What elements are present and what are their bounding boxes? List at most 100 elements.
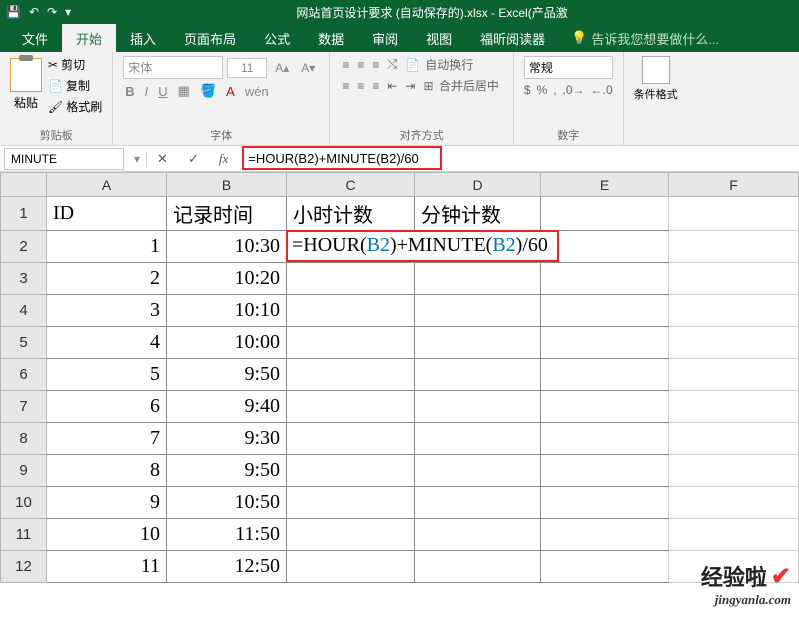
cell-C9[interactable] [287,455,415,487]
row-header-3[interactable]: 3 [1,263,47,295]
cell-C12[interactable] [287,551,415,583]
cell-E6[interactable] [541,359,669,391]
cell-B2[interactable]: 10:30 [167,231,287,263]
fill-color-button[interactable]: 🪣 [198,83,218,99]
border-button[interactable]: ▦ [176,83,192,99]
decrease-font-icon[interactable]: A▾ [297,59,319,77]
cell-F3[interactable] [669,263,799,295]
indent-dec-icon[interactable]: ⇤ [385,79,399,93]
cell-B6[interactable]: 9:50 [167,359,287,391]
cell-C1[interactable]: 小时计数 [287,197,415,231]
cell-B8[interactable]: 9:30 [167,423,287,455]
cell-C3[interactable] [287,263,415,295]
cell-E9[interactable] [541,455,669,487]
cell-A1[interactable]: ID [47,197,167,231]
align-left-icon[interactable]: ≡ [340,79,351,93]
cell-D10[interactable] [415,487,541,519]
font-size-select[interactable]: 11 [227,58,267,78]
cell-A10[interactable]: 9 [47,487,167,519]
cell-E12[interactable] [541,551,669,583]
row-header-2[interactable]: 2 [1,231,47,263]
row-header-12[interactable]: 12 [1,551,47,583]
cell-F4[interactable] [669,295,799,327]
cell-E2[interactable] [541,231,669,263]
italic-button[interactable]: I [143,84,151,99]
cell-F11[interactable] [669,519,799,551]
cell-E5[interactable] [541,327,669,359]
qat-redo-icon[interactable]: ↷ [47,5,57,19]
format-painter-button[interactable]: 🖌格式刷 [48,98,102,115]
cell-F8[interactable] [669,423,799,455]
tell-me-search[interactable]: 💡 告诉我您想要做什么... [571,29,719,48]
row-header-4[interactable]: 4 [1,295,47,327]
cell-F5[interactable] [669,327,799,359]
currency-icon[interactable]: $ [524,83,531,97]
tab-review[interactable]: 审阅 [358,24,412,52]
cell-D1[interactable]: 分钟计数 [415,197,541,231]
col-header-D[interactable]: D [415,173,541,197]
row-header-11[interactable]: 11 [1,519,47,551]
qat-undo-icon[interactable]: ↶ [29,5,39,19]
cell-A7[interactable]: 6 [47,391,167,423]
cell-F7[interactable] [669,391,799,423]
cell-A11[interactable]: 10 [47,519,167,551]
percent-icon[interactable]: % [537,83,548,97]
cell-B10[interactable]: 10:50 [167,487,287,519]
cell-A2[interactable]: 1 [47,231,167,263]
cell-D5[interactable] [415,327,541,359]
decrease-decimal-icon[interactable]: ←.0 [591,83,613,97]
conditional-format-button[interactable]: 条件格式 [634,56,678,102]
col-header-B[interactable]: B [167,173,287,197]
row-header-10[interactable]: 10 [1,487,47,519]
row-header-5[interactable]: 5 [1,327,47,359]
wrap-text-button[interactable]: 📄 自动换行 [403,56,477,73]
align-center-icon[interactable]: ≡ [355,79,366,93]
row-header-1[interactable]: 1 [1,197,47,231]
cell-F2[interactable] [669,231,799,263]
formula-input[interactable] [246,149,799,168]
cell-E10[interactable] [541,487,669,519]
cell-A9[interactable]: 8 [47,455,167,487]
cell-C8[interactable] [287,423,415,455]
increase-font-icon[interactable]: A▴ [271,59,293,77]
select-all-corner[interactable] [1,173,47,197]
cell-E1[interactable] [541,197,669,231]
cell-C6[interactable] [287,359,415,391]
cell-C10[interactable] [287,487,415,519]
cut-button[interactable]: ✂剪切 [48,56,102,73]
cell-E11[interactable] [541,519,669,551]
cell-C11[interactable] [287,519,415,551]
cell-B1[interactable]: 记录时间 [167,197,287,231]
bold-button[interactable]: B [123,84,136,99]
cell-E4[interactable] [541,295,669,327]
row-header-7[interactable]: 7 [1,391,47,423]
cell-E8[interactable] [541,423,669,455]
cell-E3[interactable] [541,263,669,295]
cell-B9[interactable]: 9:50 [167,455,287,487]
align-middle-icon[interactable]: ≡ [355,58,366,72]
cell-D11[interactable] [415,519,541,551]
align-top-icon[interactable]: ≡ [340,58,351,72]
cell-D3[interactable] [415,263,541,295]
font-name-select[interactable]: 宋体 [123,56,223,79]
cell-A6[interactable]: 5 [47,359,167,391]
tab-formulas[interactable]: 公式 [250,24,304,52]
cell-D4[interactable] [415,295,541,327]
col-header-C[interactable]: C [287,173,415,197]
col-header-A[interactable]: A [47,173,167,197]
cell-D8[interactable] [415,423,541,455]
row-header-8[interactable]: 8 [1,423,47,455]
increase-decimal-icon[interactable]: .0→ [563,83,585,97]
cell-D7[interactable] [415,391,541,423]
cell-B12[interactable]: 12:50 [167,551,287,583]
cell-B11[interactable]: 11:50 [167,519,287,551]
merge-center-button[interactable]: ⊞ 合并后居中 [421,77,502,94]
tab-file[interactable]: 文件 [8,24,62,52]
accept-formula-icon[interactable]: ✓ [178,151,209,167]
font-color-button[interactable]: A [224,84,237,99]
name-box[interactable] [4,148,124,170]
cell-C4[interactable] [287,295,415,327]
qat-save-icon[interactable]: 💾 [6,5,21,19]
cell-A4[interactable]: 3 [47,295,167,327]
comma-icon[interactable]: , [553,83,556,97]
